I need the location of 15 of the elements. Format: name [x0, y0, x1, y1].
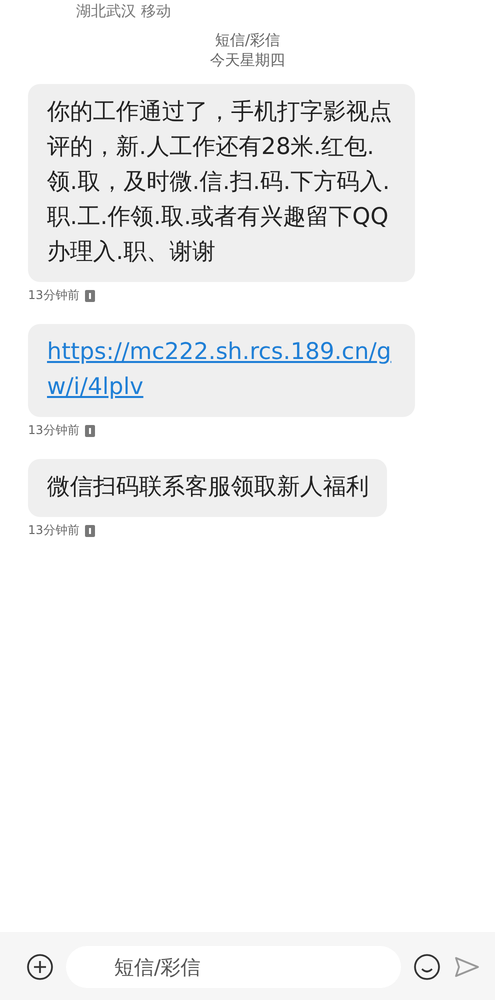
message-time: 13分钟前: [28, 422, 80, 439]
sim-card-icon: [85, 424, 96, 436]
emoji-icon[interactable]: [413, 953, 441, 981]
add-icon[interactable]: [26, 953, 54, 981]
sim-card-icon: [85, 290, 96, 302]
message-bubble: 你的工作通过了，手机打字影视点评的，新.人工作还有28米.红包.领.取，及时微.信.扫.码.下方码入.职.工.作领.取.或者有兴趣留下QQ办理入.职、谢谢: [28, 84, 415, 282]
carrier-location: 湖北武汉 移动: [76, 2, 171, 20]
message-time: 13分钟前: [28, 287, 80, 304]
message-bubble: 微信扫码联系客服领取新人福利: [28, 459, 387, 517]
date-label: 今天星期四: [210, 50, 285, 70]
message-link[interactable]: https://mc222.sh.rcs.189.cn/gw/i/4lplv: [28, 324, 415, 417]
channel-label: 短信/彩信: [214, 30, 280, 50]
message-input-field[interactable]: 短信/彩信: [66, 946, 401, 988]
message-time: 13分钟前: [28, 522, 80, 539]
sim-card-icon: [85, 524, 96, 536]
